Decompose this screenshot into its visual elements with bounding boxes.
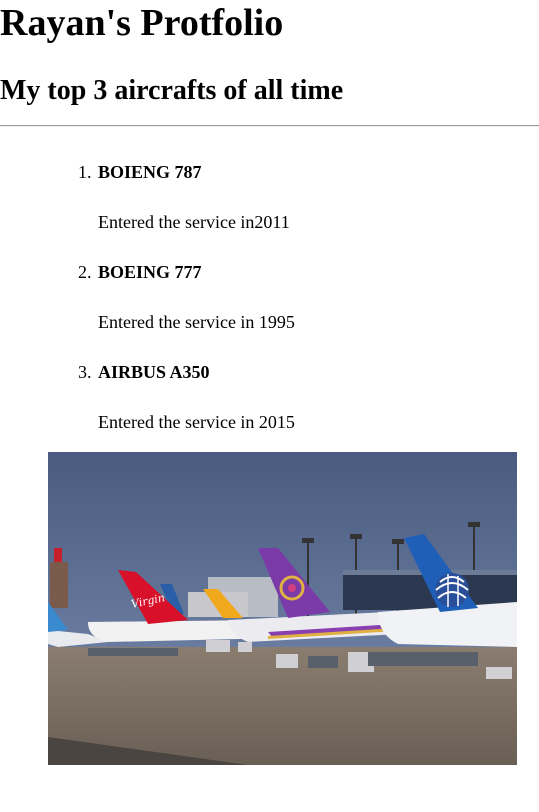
page-subtitle: My top 3 aircrafts of all time bbox=[0, 75, 344, 106]
list-item-number: 1. bbox=[78, 162, 92, 182]
list-item: 3. AIRBUS A350 Entered the service in 20… bbox=[78, 358, 295, 458]
control-tower bbox=[50, 562, 68, 608]
list-item-number: 3. bbox=[78, 362, 92, 382]
aircraft-name: AIRBUS A350 bbox=[98, 362, 210, 382]
page-title: Rayan's Protfolio bbox=[0, 2, 284, 44]
aircraft-name: BOIENG 787 bbox=[98, 162, 202, 182]
aircraft-name: BOEING 777 bbox=[98, 262, 202, 282]
aircraft-description: Entered the service in 1995 bbox=[98, 312, 295, 332]
aircraft-description: Entered the service in 2015 bbox=[98, 412, 295, 432]
list-item: 1. BOIENG 787 Entered the service in2011 bbox=[78, 158, 295, 258]
airliners-photo: Virgin bbox=[48, 452, 517, 765]
list-item: 2. BOEING 777 Entered the service in 199… bbox=[78, 258, 295, 358]
list-item-number: 2. bbox=[78, 262, 92, 282]
divider bbox=[0, 125, 539, 127]
aircraft-description: Entered the service in2011 bbox=[98, 212, 290, 232]
aircraft-list: 1. BOIENG 787 Entered the service in2011… bbox=[78, 158, 295, 458]
